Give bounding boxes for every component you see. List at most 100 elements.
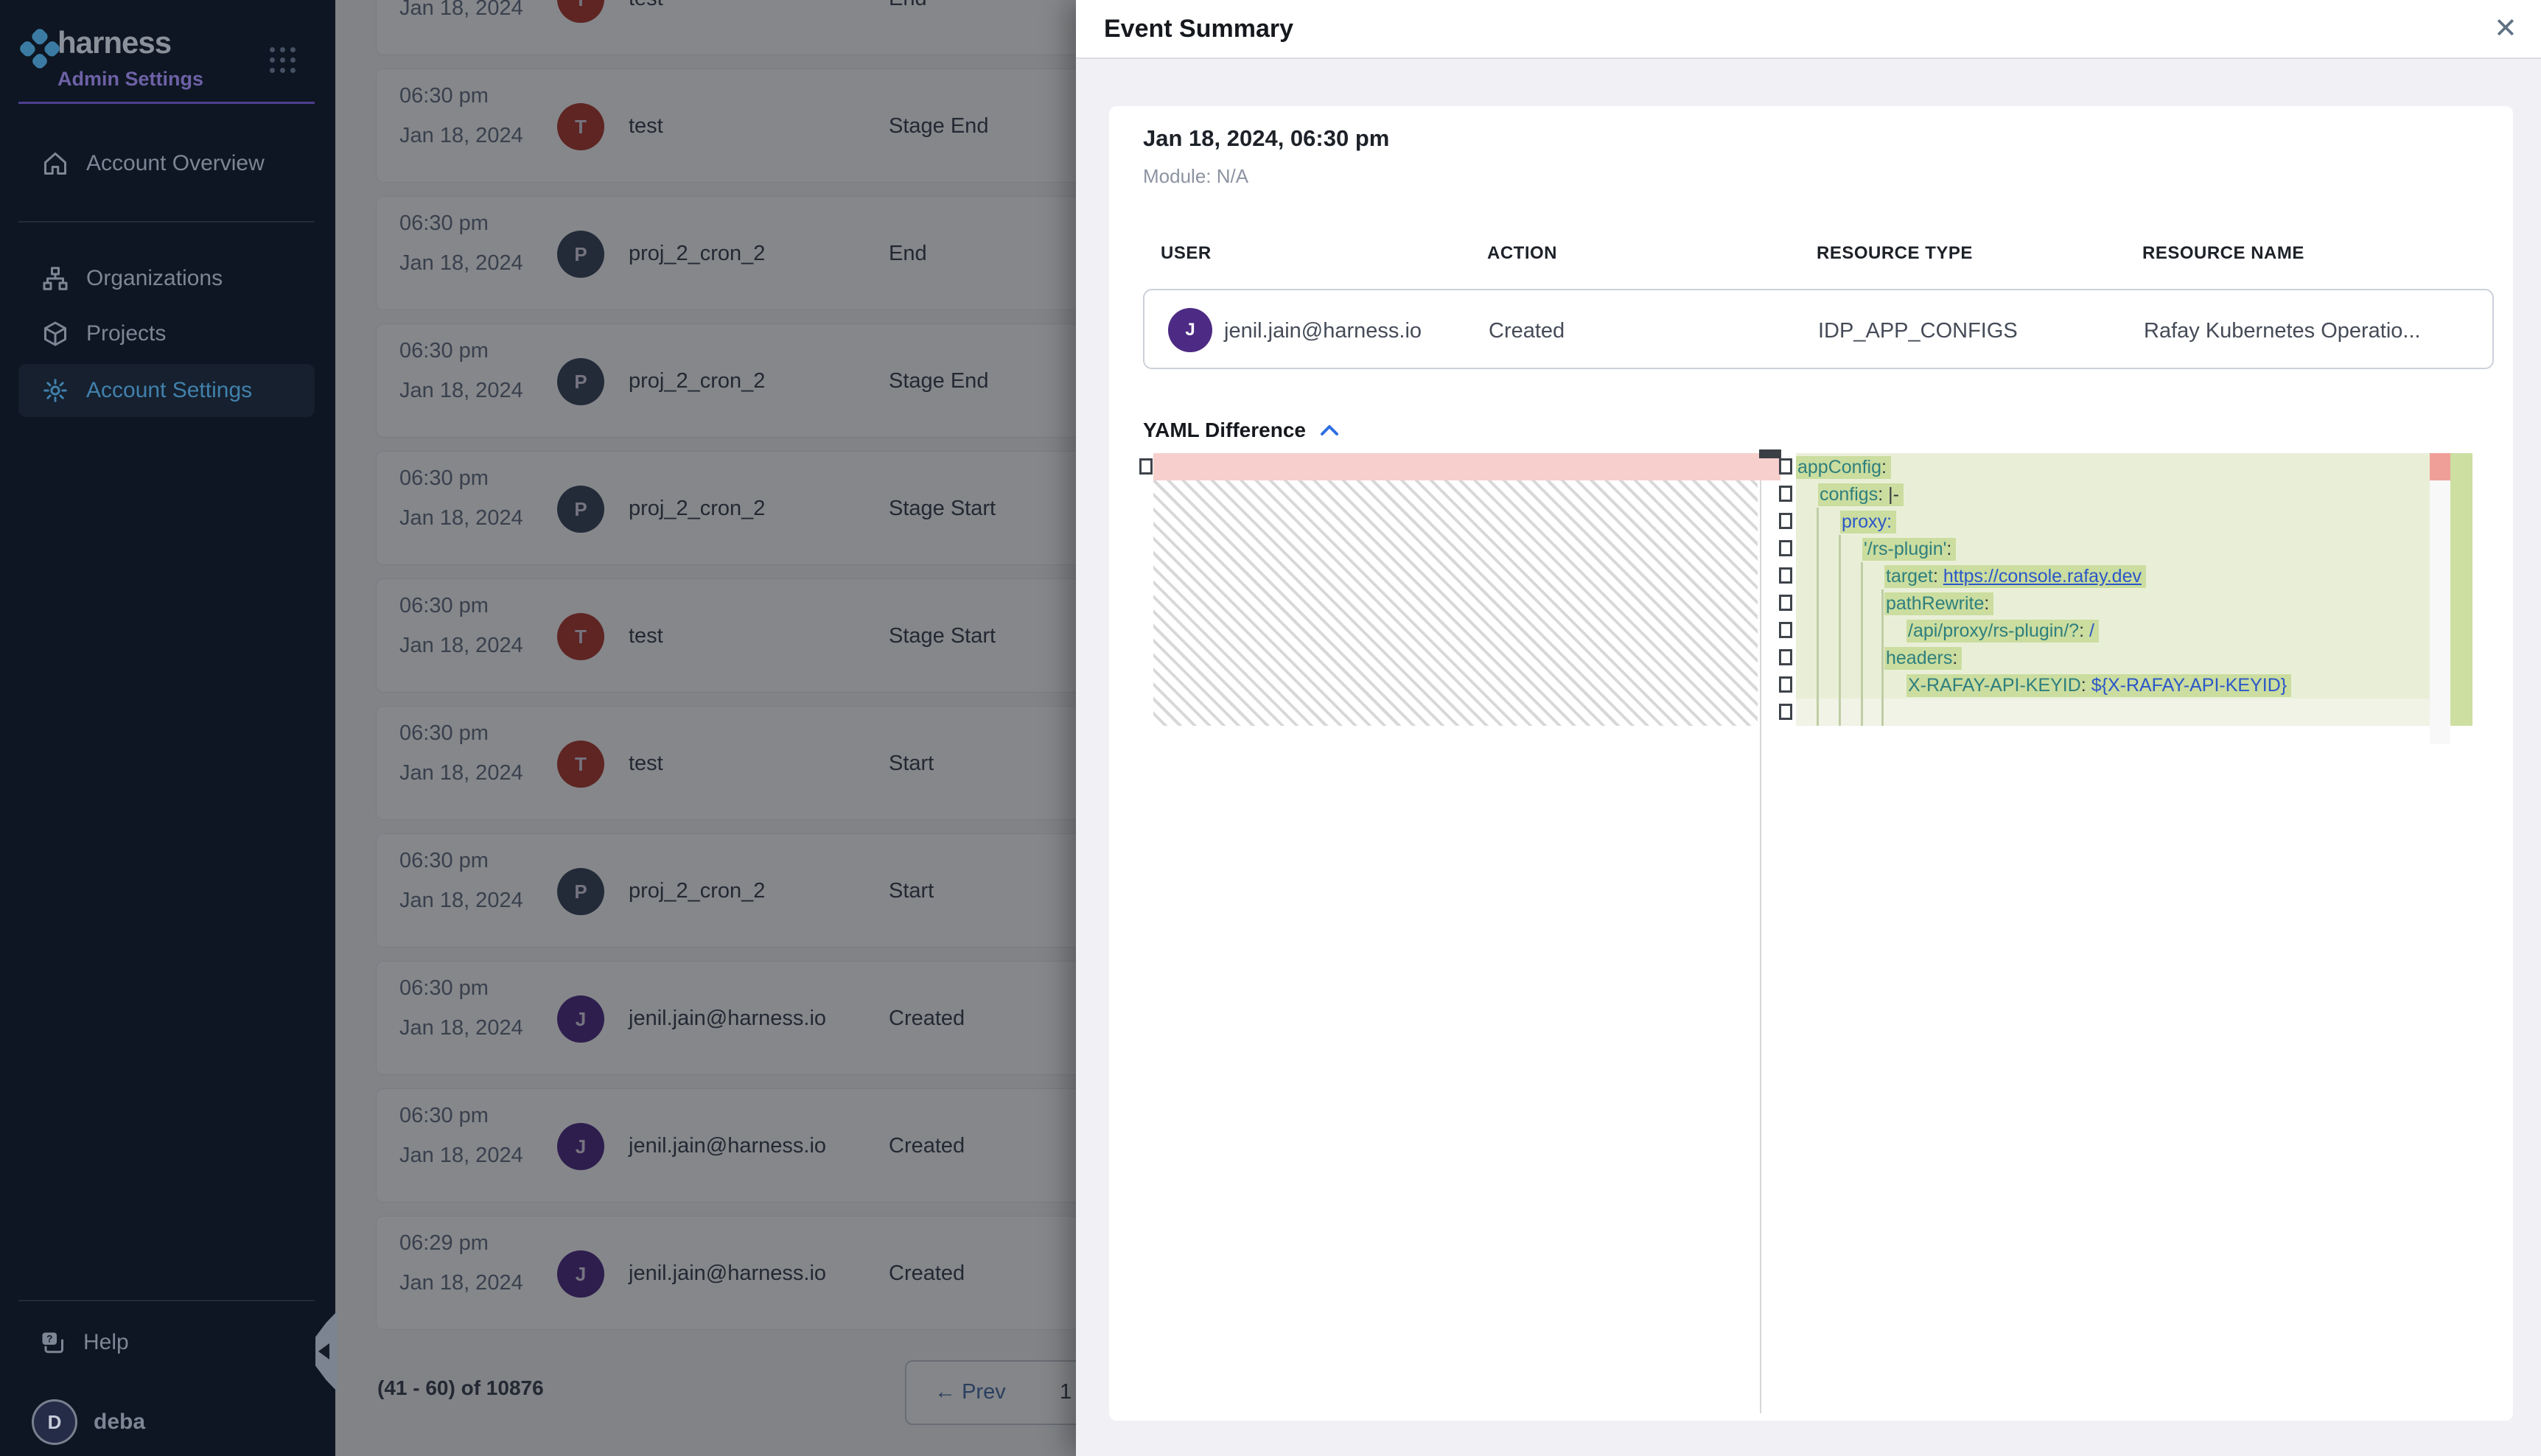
sidebar-item-label: Projects [86,321,166,346]
diff-word-highlight: pathRewrite: [1884,592,1993,615]
event-summary-card: Jan 18, 2024, 06:30 pm Module: N/A USER … [1109,106,2513,1421]
cube-icon [42,321,69,347]
indent-guide [1817,508,1819,726]
code-token: ${X-RAFAY-API-KEYID} [2091,675,2287,696]
added-change-bar [2450,453,2472,726]
logo-text: harness [57,25,171,60]
diff-added-line: pathRewrite: [1796,589,2430,617]
avatar: D [32,1399,77,1445]
diff-line-marker[interactable] [1779,567,1792,584]
code-token: |- [1888,484,1899,505]
org-chart-icon [42,265,69,292]
col-header-resource-name: RESOURCE NAME [2142,243,2304,264]
sidebar-item-account-overview[interactable]: Account Overview [18,137,315,190]
help-button[interactable]: ? Help [18,1316,298,1369]
yaml-difference-label: YAML Difference [1143,419,1306,442]
col-header-user: USER [1161,243,1212,264]
code-token: : [1952,648,1957,668]
diff-line-marker[interactable] [1779,704,1792,720]
diff-added-line: appConfig: [1796,453,2430,480]
diff-added-line: /api/proxy/rs-plugin/?: / [1796,617,2430,644]
diff-divider-handle [1759,449,1781,458]
diff-added-line: '/rs-plugin': [1796,535,2430,562]
diff-line-marker[interactable] [1779,540,1792,556]
close-icon[interactable]: ✕ [2494,12,2517,45]
diff-change-gutter [2430,453,2450,744]
home-icon [42,150,69,177]
app-grid-icon[interactable] [270,47,296,73]
diff-word-highlight: /api/proxy/rs-plugin/?: / [1906,620,2099,643]
diff-removed-line [1153,453,1780,480]
code-token [2084,620,2089,641]
diff-added-line: X-RAFAY-API-KEYID: ${X-RAFAY-API-KEYID} [1796,671,2430,699]
diff-word-highlight: headers: [1884,647,1962,670]
code-token: : [1933,566,1938,587]
code-token [1938,566,1943,587]
col-header-resource-type: RESOURCE TYPE [1817,243,1973,264]
event-summary-drawer: Event Summary ✕ Jan 18, 2024, 06:30 pm M… [1076,0,2541,1456]
code-token: target [1886,566,1933,587]
diff-line-marker[interactable] [1779,649,1792,665]
help-chat-icon: ? [39,1329,66,1356]
sidebar: harness Admin Settings Account Overview … [0,0,335,1456]
svg-text:?: ? [46,1333,52,1344]
diff-word-highlight: proxy: [1840,511,1896,533]
sidebar-item-projects[interactable]: Projects [18,307,315,360]
code-token: : [2079,620,2084,641]
code-token: X-RAFAY-API-KEYID [1908,675,2081,696]
event-module: Module: N/A [1143,165,1248,188]
drawer-title: Event Summary [1104,15,1293,43]
diff-line-marker[interactable] [1779,622,1792,638]
code-token: : [2081,675,2086,696]
diff-left-line-marker[interactable] [1139,458,1153,475]
drawer-body: Jan 18, 2024, 06:30 pm Module: N/A USER … [1076,59,2541,1456]
diff-line-marker[interactable] [1779,676,1792,693]
code-token: https://console.rafay.dev [1943,566,2142,587]
code-token: pathRewrite [1886,593,1984,614]
code-token [2086,675,2091,696]
diff-pane-divider [1760,453,1761,1413]
help-label: Help [83,1330,129,1355]
chevron-up-icon [1319,423,1340,438]
diff-line-marker[interactable] [1779,513,1792,529]
user-name: deba [94,1410,145,1435]
indent-guide [1881,589,1884,726]
diff-word-highlight: X-RAFAY-API-KEYID: ${X-RAFAY-API-KEYID} [1906,674,2291,697]
user-menu[interactable]: D deba [18,1393,298,1452]
code-token: /api/proxy/rs-plugin/? [1908,620,2079,641]
code-token: appConfig [1797,457,1881,477]
event-table-row: J jenil.jain@harness.io Created IDP_APP_… [1143,289,2494,369]
diff-empty-line [1796,699,2430,726]
sidebar-divider [18,1300,315,1301]
code-token: : [1946,539,1951,559]
diff-line-marker[interactable] [1779,458,1792,475]
sidebar-item-organizations[interactable]: Organizations [18,252,315,305]
diff-line-marker[interactable] [1779,486,1792,502]
sidebar-divider [18,221,315,223]
harness-admin-app: harness Admin Settings Account Overview … [0,0,2541,1456]
removed-change-marker [2430,453,2450,480]
subtitle-underline [18,102,315,104]
diff-added-line: configs: |- [1796,480,2430,508]
code-token: proxy: [1842,511,1892,532]
avatar: J [1168,308,1212,352]
code-token: : [1984,593,1989,614]
diff-word-highlight: target: https://console.rafay.dev [1884,565,2146,588]
diff-added-line: target: https://console.rafay.dev [1796,562,2430,589]
yaml-difference-toggle[interactable]: YAML Difference [1143,419,1340,442]
gear-icon [42,377,69,404]
sidebar-item-account-settings[interactable]: Account Settings [18,364,315,417]
module-subtitle: Admin Settings [57,68,203,91]
event-resource-name: Rafay Kubernetes Operatio... [2144,319,2421,343]
code-token: '/rs-plugin' [1864,539,1946,559]
sidebar-item-label: Organizations [86,266,223,291]
diff-added-line: headers: [1796,644,2430,671]
col-header-action: ACTION [1487,243,1557,264]
sidebar-item-label: Account Settings [86,378,252,403]
event-action: Created [1489,319,1565,343]
indent-guide [1861,562,1863,726]
sidebar-collapse-handle[interactable] [315,1312,337,1391]
diff-line-marker[interactable] [1779,595,1792,611]
sidebar-item-label: Account Overview [86,151,265,176]
event-resource-type: IDP_APP_CONFIGS [1818,319,2018,343]
